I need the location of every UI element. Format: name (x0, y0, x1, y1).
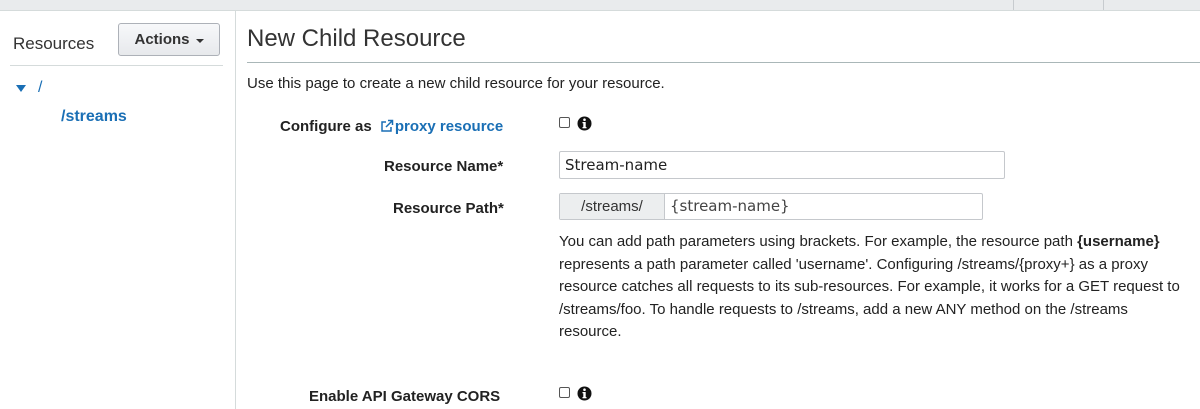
help-text-example: {username} (1077, 233, 1160, 250)
proxy-resource-checkbox[interactable] (559, 117, 570, 128)
intro-text: Use this page to create a new child reso… (247, 75, 665, 92)
top-navigation-bar (0, 0, 1200, 11)
external-link-icon (380, 119, 394, 137)
main-panel: New Child Resource Use this page to crea… (247, 11, 1200, 409)
actions-dropdown-button[interactable]: Actions (118, 23, 220, 56)
tree-item-root[interactable]: / (16, 79, 42, 97)
resource-path-input[interactable]: {stream-name} (665, 194, 982, 219)
topbar-divider (1013, 0, 1014, 10)
title-divider (247, 62, 1200, 63)
resources-heading: Resources (13, 34, 95, 53)
actions-label: Actions (134, 31, 190, 48)
info-icon[interactable] (577, 116, 592, 131)
enable-cors-checkbox[interactable] (559, 387, 570, 398)
resource-path-help-text: You can add path parameters using bracke… (559, 231, 1194, 344)
tree-expand-icon[interactable] (16, 84, 26, 92)
help-text-start: You can add path parameters using bracke… (559, 233, 1078, 250)
topbar-divider (1103, 0, 1104, 10)
resources-sidebar: Resources Actions / /streams (0, 11, 236, 409)
resource-path-prefix: /streams/ (560, 194, 665, 219)
sidebar-divider (10, 65, 223, 66)
tree-root-label: / (38, 79, 43, 96)
tree-item-streams[interactable]: /streams (61, 108, 127, 126)
configure-prefix: Configure as (280, 118, 372, 135)
resource-name-input[interactable]: Stream-name (559, 151, 1005, 179)
resource-path-field: /streams/ {stream-name} (559, 193, 983, 220)
resource-name-label: Resource Name* (384, 158, 504, 175)
caret-down-icon (195, 38, 204, 43)
configure-proxy-label: Configure as proxy resource (280, 118, 503, 137)
enable-cors-label: Enable API Gateway CORS (309, 388, 501, 405)
info-icon[interactable] (577, 386, 592, 401)
proxy-resource-link[interactable]: proxy resource (395, 118, 503, 135)
page-title: New Child Resource (247, 25, 466, 52)
help-text-end: represents a path parameter called 'user… (559, 255, 1180, 341)
resource-path-label: Resource Path* (393, 200, 504, 217)
